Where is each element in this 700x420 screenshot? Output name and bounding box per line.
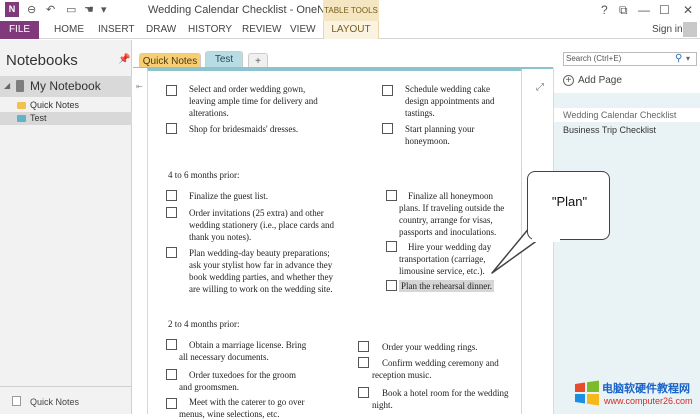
avatar[interactable] xyxy=(683,22,697,37)
windows-logo-icon xyxy=(575,380,599,406)
todo-item[interactable]: Shop for bridesmaids' dresses. xyxy=(189,123,298,135)
checkbox[interactable] xyxy=(358,387,369,398)
todo-item[interactable]: Meet with the caterer to go over menus, … xyxy=(179,396,304,420)
notebook-label: My Notebook xyxy=(30,79,101,93)
tab-layout[interactable]: LAYOUT xyxy=(323,21,379,39)
page-list-pane: + Add Page Wedding Calendar Checklist Bu… xyxy=(553,68,700,414)
table-tools-label: TABLE TOOLS xyxy=(323,0,379,21)
sign-in-link[interactable]: Sign in xyxy=(652,24,683,35)
checkbox[interactable] xyxy=(382,85,393,96)
touch-mode-icon[interactable]: ☚ xyxy=(84,3,94,17)
checkbox[interactable] xyxy=(358,357,369,368)
ribbon-display-button[interactable]: ⧉ xyxy=(619,3,628,18)
section-heading: 2 to 4 months prior: xyxy=(168,319,240,329)
todo-item[interactable]: Finalize the guest list. xyxy=(189,190,268,202)
callout-text: "Plan" xyxy=(551,194,588,209)
title-bar: N ⊖ ↶ ▭ ☚ ▾ Wedding Calendar Checklist -… xyxy=(0,0,700,21)
todo-item[interactable]: Hire your wedding day transportation (ca… xyxy=(399,241,491,277)
todo-item[interactable]: Select and order wedding gown, leaving a… xyxy=(189,83,318,119)
close-button[interactable]: ✕ xyxy=(683,3,693,17)
section-color-icon xyxy=(17,115,26,122)
undo-icon[interactable]: ↶ xyxy=(46,3,55,17)
notebook-icon xyxy=(16,80,24,92)
section-color-icon xyxy=(17,102,26,109)
section-label: Test xyxy=(30,113,47,123)
watermark-url: www.computer26.com xyxy=(604,396,693,406)
help-button[interactable]: ? xyxy=(601,3,608,17)
search-icon[interactable]: ⚲ xyxy=(675,53,682,64)
checkbox[interactable] xyxy=(386,241,397,252)
collapse-icon[interactable]: ◢ xyxy=(4,81,10,90)
page-icon xyxy=(12,396,21,406)
tab-history[interactable]: HISTORY xyxy=(188,24,232,35)
search-input[interactable]: Search (Ctrl+E) ⚲ ▾ xyxy=(563,52,697,66)
ribbon-tabs: FILE HOME INSERT DRAW HISTORY REVIEW VIE… xyxy=(0,21,700,39)
checkbox[interactable] xyxy=(386,190,397,201)
page-item-wedding-calendar[interactable]: Wedding Calendar Checklist xyxy=(554,108,700,122)
checkbox[interactable] xyxy=(166,123,177,134)
checkbox[interactable] xyxy=(166,247,177,258)
dock-icon[interactable]: ▭ xyxy=(66,3,76,17)
plus-icon: + xyxy=(563,75,574,86)
checkbox[interactable] xyxy=(358,341,369,352)
todo-item[interactable]: Order your wedding rings. xyxy=(382,341,477,353)
section-label: Quick Notes xyxy=(30,100,80,110)
maximize-button[interactable]: ☐ xyxy=(659,3,670,17)
pin-icon[interactable]: 📌 xyxy=(118,54,130,65)
section-heading: 4 to 6 months prior: xyxy=(168,170,240,180)
notebook-pane: Notebooks 📌 ◢ My Notebook Quick Notes Te… xyxy=(0,40,132,414)
search-placeholder: Search (Ctrl+E) xyxy=(566,54,622,63)
checkbox[interactable] xyxy=(166,190,177,201)
back-icon[interactable]: ⊖ xyxy=(27,3,36,17)
checkbox[interactable] xyxy=(382,123,393,134)
onenote-logo-icon: N xyxy=(5,2,19,17)
customize-quick-access-icon[interactable]: ▾ xyxy=(101,3,107,17)
todo-item[interactable]: Schedule wedding cake design appointment… xyxy=(405,83,495,119)
section-tabs: Quick Notes Test + xyxy=(133,40,553,69)
chevron-down-icon[interactable]: ▾ xyxy=(686,54,690,63)
todo-item[interactable]: Order invitations (25 extra) and other w… xyxy=(189,207,334,243)
todo-item-selected[interactable]: Plan the rehearsal dinner. xyxy=(399,280,494,292)
add-page-label: Add Page xyxy=(578,75,622,86)
notebook-item-my-notebook[interactable]: ◢ My Notebook xyxy=(0,76,132,97)
page-item-business-trip[interactable]: Business Trip Checklist xyxy=(554,123,700,137)
todo-item[interactable]: Confirm wedding ceremony and reception m… xyxy=(372,357,499,381)
page-canvas[interactable]: Select and order wedding gown, leaving a… xyxy=(147,68,522,419)
todo-item[interactable]: Plan wedding-day beauty preparations; as… xyxy=(189,247,333,295)
todo-item[interactable]: Book a hotel room for the wedding night. xyxy=(372,387,508,411)
checkbox[interactable] xyxy=(166,369,177,380)
checkbox[interactable] xyxy=(166,398,177,409)
tab-home[interactable]: HOME xyxy=(54,24,84,35)
todo-item[interactable]: Order tuxedoes for the groom and groomsm… xyxy=(179,369,296,393)
section-item-test[interactable]: Test xyxy=(0,112,132,125)
section-item-quick-notes[interactable]: Quick Notes xyxy=(0,99,132,112)
tab-review[interactable]: REVIEW xyxy=(242,24,281,35)
watermark-site-name: 电脑软硬件教程网 xyxy=(602,383,690,395)
minimize-button[interactable]: — xyxy=(638,3,650,17)
tab-file[interactable]: FILE xyxy=(0,21,39,39)
quick-notes-shortcut[interactable]: Quick Notes xyxy=(0,386,132,414)
callout-joint xyxy=(532,238,560,242)
collapse-page-icon[interactable]: ⇤ xyxy=(136,82,143,91)
tab-insert[interactable]: INSERT xyxy=(98,24,135,35)
callout-bubble: "Plan" xyxy=(527,171,610,240)
checkbox[interactable] xyxy=(166,339,177,350)
tab-view[interactable]: VIEW xyxy=(290,24,316,35)
tab-draw[interactable]: DRAW xyxy=(146,24,176,35)
checkbox[interactable] xyxy=(166,207,177,218)
expand-icon[interactable]: ⤢ xyxy=(536,82,544,93)
notebooks-title: Notebooks xyxy=(6,52,78,69)
checkbox[interactable] xyxy=(386,280,397,291)
todo-item[interactable]: Obtain a marriage license. Bring all nec… xyxy=(179,339,306,363)
window-title: Wedding Calendar Checklist - OneNote xyxy=(148,4,341,16)
quick-notes-label: Quick Notes xyxy=(30,397,80,407)
add-page-button[interactable]: + Add Page xyxy=(554,68,700,93)
checkbox[interactable] xyxy=(166,85,177,96)
todo-item[interactable]: Start planning your honeymoon. xyxy=(405,123,475,147)
page-gutter: ⇤ xyxy=(133,68,147,414)
watermark: 电脑软硬件教程网 www.computer26.com xyxy=(574,378,700,414)
